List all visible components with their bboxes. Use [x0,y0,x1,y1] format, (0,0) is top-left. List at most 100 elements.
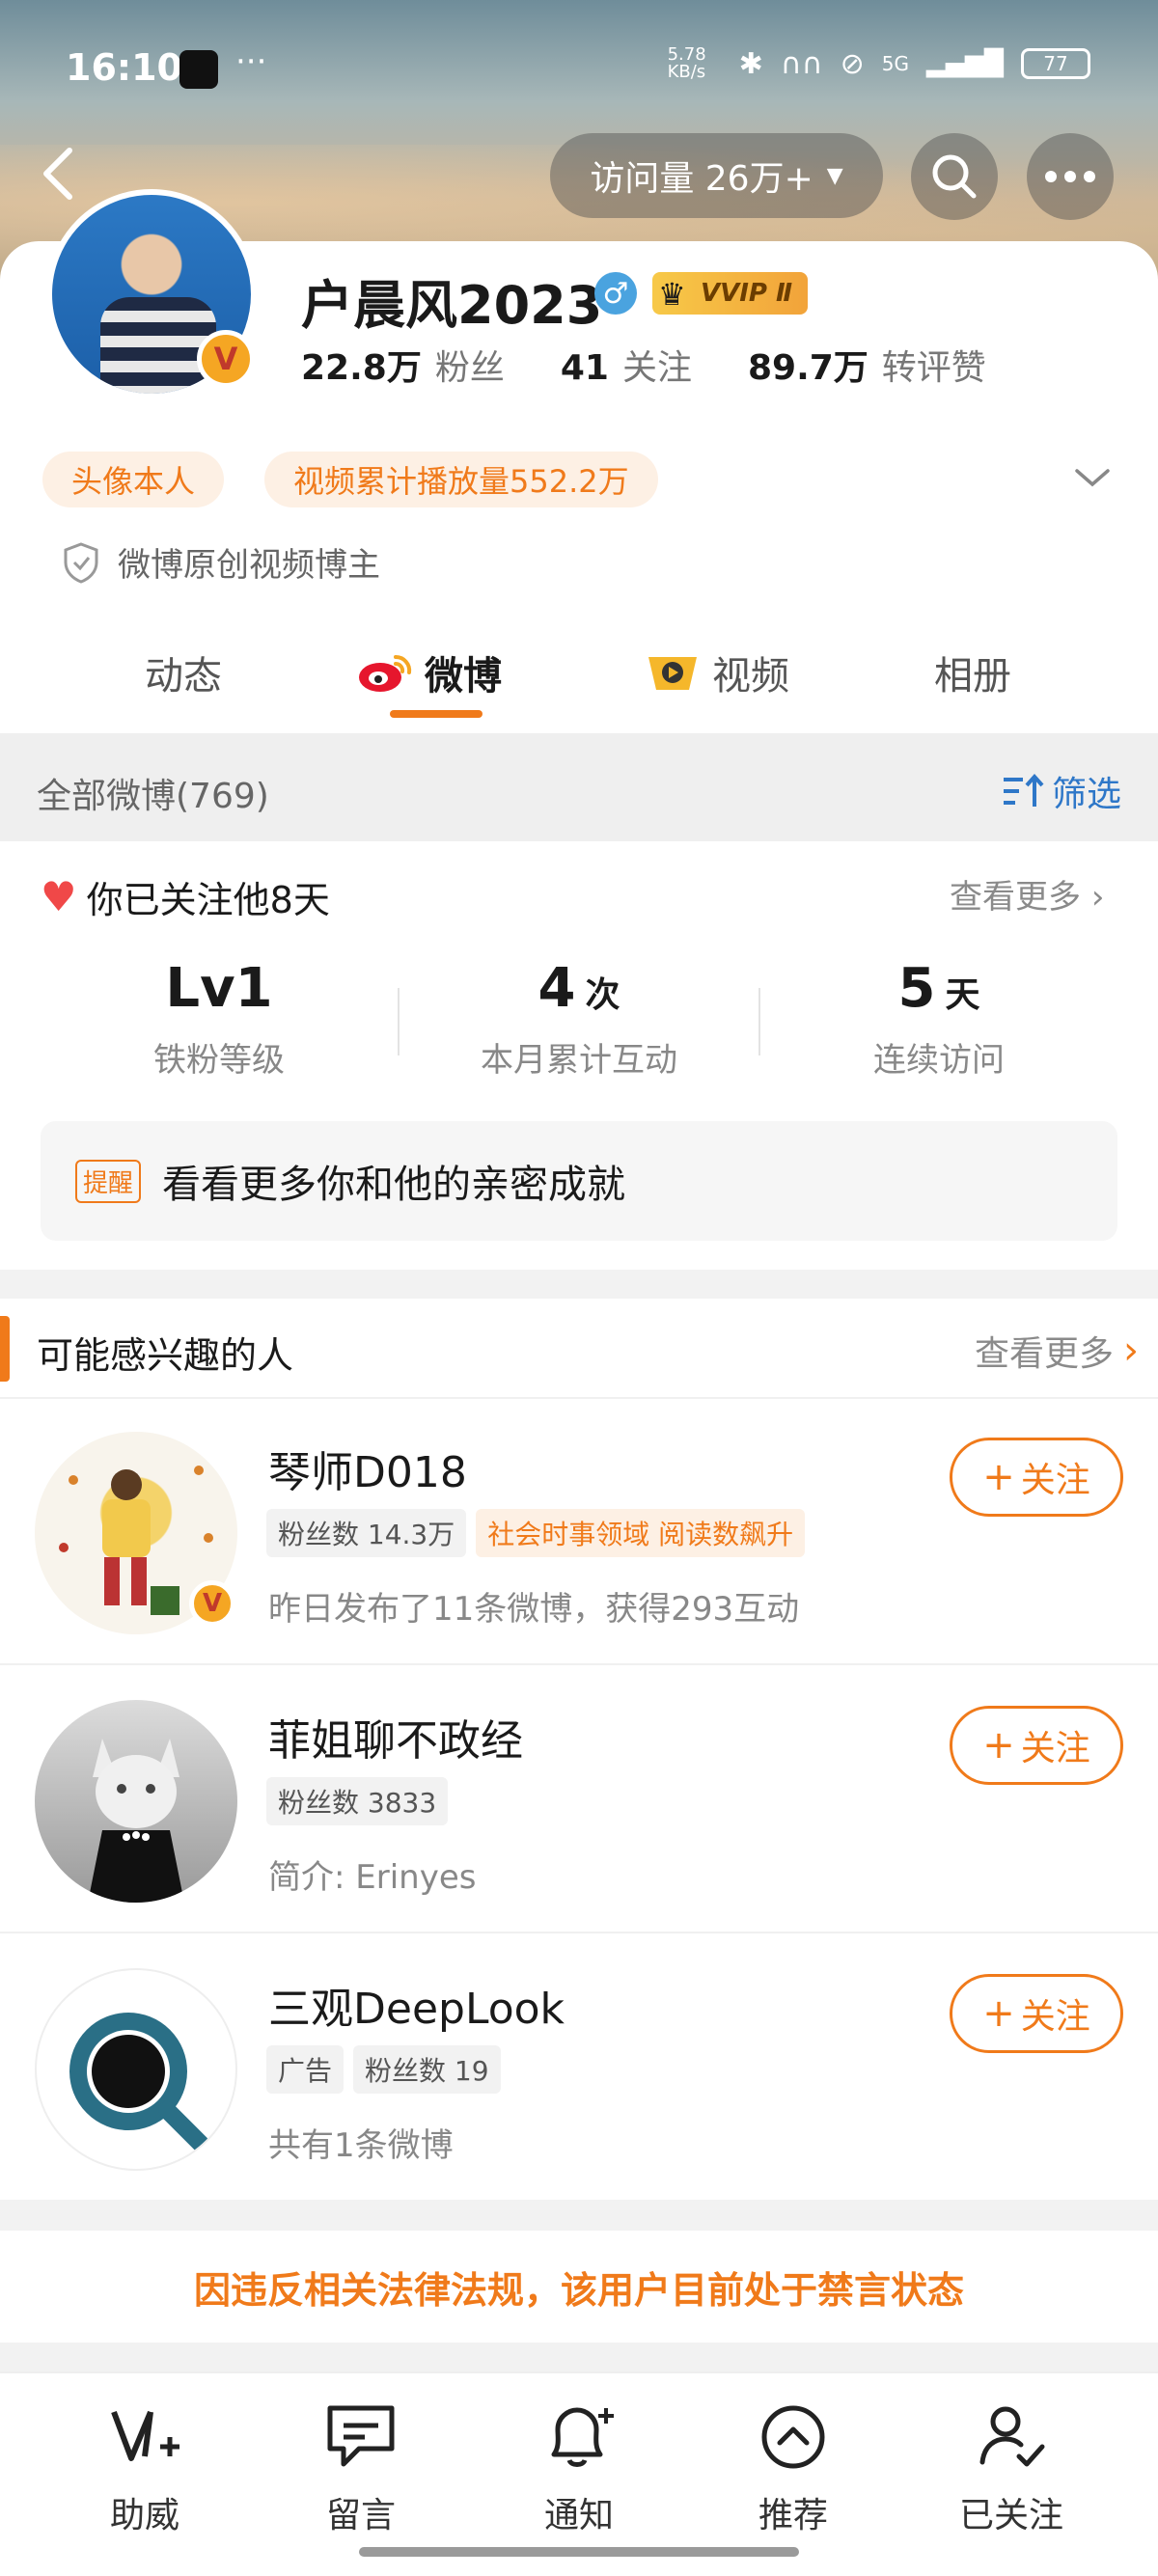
back-arrow-icon[interactable] [39,145,77,203]
visits-unit: 天 [945,975,980,1015]
tab-weibo-label: 微博 [425,654,502,699]
vvip-badge[interactable]: ♛ VVIP Ⅱ [652,272,809,315]
follower-count-chip: 粉丝数 19 [353,2045,501,2094]
tab-video[interactable]: 视频 [645,644,789,700]
comment-bubble-icon [327,2405,395,2467]
tab-album[interactable]: 相册 [934,644,1011,700]
stat-interactions[interactable]: 89.7万 转评赞 [748,340,986,390]
plus-icon: + [982,1455,1015,1499]
chevron-right-icon: › [1090,878,1105,917]
battery-icon: 77 [1021,48,1090,79]
status-time: 16:10 [66,46,182,89]
username: 户晨风2023 [301,275,603,336]
interactions-unit: 次 [585,975,620,1015]
filter-sort-icon [1003,773,1044,807]
see-more-label: 查看更多 [950,878,1081,917]
follow-button[interactable]: + 关注 [950,1438,1123,1517]
follow-label: 关注 [1020,1461,1090,1500]
suggested-user[interactable]: 菲姐聊不政经 粉丝数 3833 简介: Erinyes + 关注 [0,1667,1158,1933]
search-button[interactable] [911,133,998,220]
suggest-title: 可能感兴趣的人 [37,1334,294,1377]
interactions-label: 转评赞 [881,348,986,388]
message-button[interactable]: 留言 [264,2398,457,2537]
suggest-see-more-link[interactable]: 查看更多 › [975,1326,1139,1376]
status-bar: 16:10 ··· 5.78 KB/s ✱ ∩∩ ⊘ 5G ▂▄▆█ 77 [0,0,1158,135]
follow-see-more-link[interactable]: 查看更多 › [950,870,1104,918]
tab-weibo[interactable]: 微博 [357,644,502,700]
vvip-label: VVIP Ⅱ [701,279,793,308]
achievement-reminder[interactable]: 提醒 看看更多你和他的亲密成就 [41,1121,1117,1241]
video-play-icon [648,657,697,690]
metric-monthly-interactions[interactable]: 4次 本月累计互动 [400,957,758,1081]
profile-stats: 22.8万 粉丝 41 关注 89.7万 转评赞 [301,340,986,390]
crown-icon: ♛ [658,276,686,313]
stat-followers[interactable]: 22.8万 粉丝 [301,340,505,390]
filter-label: 筛选 [1051,775,1121,814]
banned-notice: 因违反相关法律法规，该用户目前处于禁言状态 [0,2231,1158,2343]
all-weibo-bar: 全部微博(769) 筛选 [0,733,1158,841]
plus-icon: + [982,1723,1015,1768]
signal-icon: ▂▄▆█ [926,49,1004,78]
chevron-up-circle-icon [761,2405,825,2469]
heart-icon: ♥ [41,873,77,920]
tag-video-plays[interactable]: 视频累计播放量552.2万 [264,452,658,507]
chevron-right-icon: › [1123,1329,1139,1373]
fan-level-value: Lv1 [165,957,273,1020]
suggested-user-name[interactable]: 菲姐聊不政经 [268,1706,523,1768]
verified-label: 微博原创视频博主 [118,546,380,585]
suggested-user-avatar[interactable] [35,1700,237,1903]
trending-chip: 社会时事领域 阅读数飙升 [476,1509,806,1557]
filter-button[interactable]: 筛选 [1002,766,1121,816]
notify-label: 通知 [543,2496,614,2535]
verified-info[interactable]: 微博原创视频博主 [62,538,380,586]
tab-album-label: 相册 [934,654,1011,699]
recommend-label: 推荐 [758,2496,828,2535]
tab-video-label: 视频 [712,654,789,699]
follow-label: 关注 [1020,1997,1090,2037]
all-weibo-count[interactable]: 全部微博(769) [37,768,269,818]
tag-avatar-self[interactable]: 头像本人 [42,452,225,507]
status-right-icons: 5.78 KB/s ✱ ∩∩ ⊘ 5G ▂▄▆█ 77 [668,46,1090,81]
suggested-user-name[interactable]: 三观DeepLook [268,1974,565,2036]
suggested-user[interactable]: 三观DeepLook 广告 粉丝数 19 共有1条微博 + 关注 [0,1935,1158,2202]
metric-divider [398,988,400,1055]
plus-icon: + [982,1991,1015,2036]
profile-tabs: 动态 微博 视频 相册 [0,617,1158,733]
follow-label: 关注 [1020,1729,1090,1768]
user-chips: 粉丝数 3833 [266,1777,449,1825]
tab-dynamic[interactable]: 动态 [145,644,222,700]
follow-button[interactable]: + 关注 [950,1706,1123,1785]
status-more-dots: ··· [235,42,267,81]
suggest-header: 可能感兴趣的人 查看更多 › [0,1299,1158,1399]
following-label: 关注 [621,348,692,388]
verified-v-badge-icon: V [197,330,255,388]
followers-label: 粉丝 [434,348,505,388]
follow-button[interactable]: + 关注 [950,1974,1123,2053]
recommend-button[interactable]: 推荐 [697,2398,890,2537]
suggested-user[interactable]: V 琴师D018 粉丝数 14.3万 社会时事领域 阅读数飙升 昨日发布了11条… [0,1399,1158,1665]
home-indicator[interactable] [359,2547,799,2557]
suggested-user-avatar[interactable] [35,1968,237,2171]
visits-value: 5 [897,957,936,1020]
more-button[interactable] [1027,133,1114,220]
suggested-user-name[interactable]: 琴师D018 [268,1438,467,1499]
follower-count-chip: 粉丝数 3833 [266,1777,449,1825]
visits-button[interactable]: 访问量 26万+ ▼ [550,133,883,218]
ad-chip: 广告 [266,2045,345,2094]
following-status-label: 已关注 [958,2496,1063,2535]
cheer-button[interactable]: 助威 [48,2398,241,2537]
user-chips: 粉丝数 14.3万 社会时事领域 阅读数飙升 [266,1509,806,1557]
active-tab-indicator [390,710,482,718]
follower-count-chip: 粉丝数 14.3万 [266,1509,467,1557]
visits-label: 访问量 26万+ [590,159,813,199]
shield-icon [64,541,98,584]
chevron-down-icon[interactable] [1073,463,1112,492]
metric-consecutive-visits[interactable]: 5天 连续访问 [760,957,1117,1081]
caret-down-icon: ▼ [826,163,843,188]
reminder-tag: 提醒 [75,1159,142,1203]
more-dots-icon [1045,171,1095,182]
following-status-button[interactable]: 已关注 [915,2398,1108,2537]
notify-button[interactable]: 通知 [482,2398,676,2537]
stat-following[interactable]: 41 关注 [561,340,692,390]
metric-fan-level[interactable]: Lv1 铁粉等级 [41,957,398,1081]
